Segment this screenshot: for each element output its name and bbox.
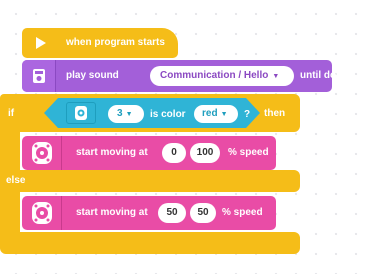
else-block-arm (0, 192, 20, 232)
sound-dropdown-value: Communication / Hello (160, 70, 269, 81)
left-speed-input[interactable]: 50 (158, 203, 186, 223)
color-sensor-icon (75, 106, 87, 120)
else-bar (0, 170, 300, 192)
right-speed-input[interactable]: 50 (190, 203, 216, 223)
chevron-down-icon: ▼ (125, 111, 133, 118)
then-label: then (264, 108, 286, 119)
start-moving-block[interactable]: start moving at 0 100 % speed (22, 136, 276, 170)
if-label: if (8, 108, 15, 119)
motor-icon-box (22, 196, 62, 230)
port-dropdown[interactable]: 3 ▼ (108, 105, 144, 123)
else-label: else (6, 175, 26, 186)
color-sensor-icon-box (66, 102, 96, 124)
play-icon (36, 37, 46, 49)
sound-mode-label: until done (300, 70, 348, 81)
color-value: red (202, 108, 218, 119)
speaker-icon (33, 69, 45, 83)
tank-wheels-icon (32, 142, 52, 164)
question-mark-label: ? (244, 109, 251, 120)
color-dropdown[interactable]: red ▼ (194, 105, 238, 123)
left-speed-input[interactable]: 0 (162, 143, 186, 163)
tank-wheels-icon (32, 202, 52, 224)
is-color-label: is color (150, 109, 186, 120)
motor-icon-box (22, 136, 62, 170)
when-program-starts-block[interactable]: when program starts (22, 28, 178, 58)
speed-unit-label: % speed (222, 207, 263, 218)
speed-unit-label: % speed (228, 147, 269, 158)
port-value: 3 (117, 108, 123, 119)
start-moving-block[interactable]: start moving at 50 50 % speed (22, 196, 276, 230)
chevron-down-icon: ▼ (220, 111, 228, 118)
sound-dropdown[interactable]: Communication / Hello ▼ (150, 66, 294, 86)
chevron-down-icon: ▼ (272, 73, 280, 80)
if-block-footer (0, 232, 300, 254)
start-moving-label: start moving at (76, 147, 148, 158)
if-block-arm (0, 132, 20, 170)
play-sound-label: play sound (66, 70, 119, 81)
play-sound-block[interactable]: play sound Communication / Hello ▼ until … (22, 60, 348, 92)
hat-label: when program starts (66, 37, 165, 48)
right-speed-input[interactable]: 100 (190, 143, 220, 163)
sound-icon-box (22, 60, 56, 92)
start-moving-label: start moving at (76, 207, 148, 218)
